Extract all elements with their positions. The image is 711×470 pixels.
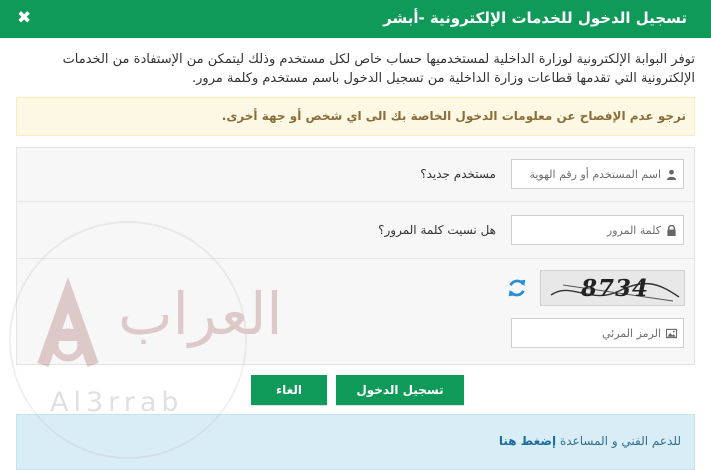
intro-text: توفر البوابة الإلكترونية لوزارة الداخلية… [62, 52, 695, 86]
form-divider [17, 258, 694, 259]
image-icon [666, 328, 677, 339]
password-placeholder: كلمة المرور [606, 224, 661, 237]
support-alert: للدعم الفني و المساعدة إضغط هنا [16, 414, 695, 470]
login-button[interactable]: تسجيل الدخول [336, 375, 464, 405]
dialog-title: تسجيل الدخول للخدمات الإلكترونية -أبشر [383, 9, 687, 27]
username-placeholder: اسم المستخدم أو رقم الهوية [529, 168, 661, 181]
username-input[interactable]: اسم المستخدم أو رقم الهوية [511, 159, 684, 189]
cancel-button[interactable]: الغاء [251, 375, 327, 405]
dialog-header: ✖ تسجيل الدخول للخدمات الإلكترونية -أبشر [0, 0, 711, 38]
lock-icon [667, 225, 676, 236]
support-label: للدعم الفني و المساعدة [559, 434, 681, 448]
password-input[interactable]: كلمة المرور [511, 215, 684, 245]
form-divider [17, 201, 694, 202]
captcha-digits: 8734 [581, 275, 650, 302]
refresh-icon[interactable] [506, 277, 528, 299]
support-text: للدعم الفني و المساعدة إضغط هنا [499, 434, 681, 448]
captcha-placeholder: الرمز المرئي [601, 327, 661, 340]
close-icon[interactable]: ✖ [17, 8, 31, 28]
forgot-password-link[interactable]: هل نسيت كلمة المرور؟ [378, 223, 496, 237]
captcha-image: 8734 [540, 270, 685, 306]
user-icon [666, 169, 677, 180]
warning-text: نرجو عدم الإفصاح عن معلومات الدخول الخاص… [221, 109, 686, 123]
captcha-input[interactable]: الرمز المرئي [511, 318, 684, 348]
support-link[interactable]: إضغط هنا [499, 434, 556, 448]
new-user-link[interactable]: مستخدم جديد؟ [420, 167, 496, 181]
warning-alert: نرجو عدم الإفصاح عن معلومات الدخول الخاص… [16, 97, 695, 136]
login-form: اسم المستخدم أو رقم الهوية مستخدم جديد؟ … [16, 147, 695, 365]
